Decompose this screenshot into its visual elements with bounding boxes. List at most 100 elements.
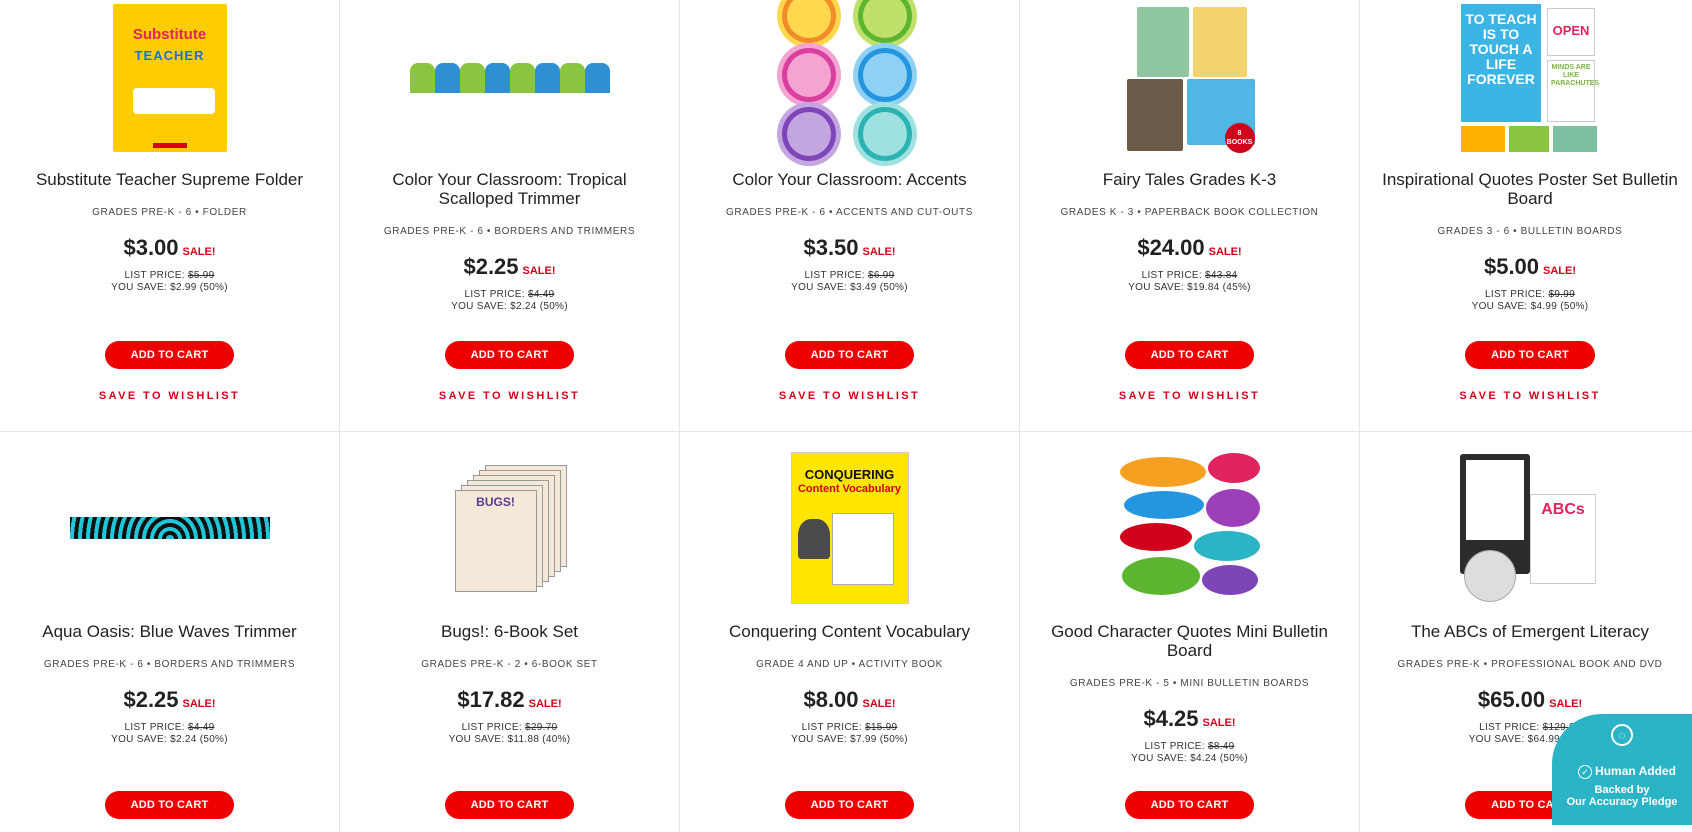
product-title[interactable]: Bugs!: 6-Book Set (362, 622, 657, 641)
list-price-label: LIST PRICE: (124, 722, 185, 733)
you-save-label: YOU SAVE: (111, 734, 167, 745)
product-image[interactable]: TO TEACH IS TO TOUCH A LIFE FOREVER MIND… (1360, 0, 1692, 155)
scalloped-trimmer (409, 62, 610, 93)
product-title[interactable]: Substitute Teacher Supreme Folder (22, 170, 317, 189)
product-meta: GRADE 4 AND UP • ACTIVITY BOOK (756, 659, 943, 670)
product-image[interactable]: Substitute TEACHER (0, 0, 339, 155)
books-badge: 8 BOOKS (1224, 122, 1255, 153)
accuracy-pledge-link[interactable]: Our Accuracy Pledge (1552, 796, 1692, 808)
cover-title: Substitute (132, 25, 207, 43)
list-price-label: LIST PRICE: (801, 722, 862, 733)
product-card: Color Your Classroom: Tropical Scalloped… (340, 0, 680, 432)
product-title[interactable]: Aqua Oasis: Blue Waves Trimmer (22, 622, 317, 641)
product-title[interactable]: Fairy Tales Grades K-3 (1042, 170, 1337, 189)
product-card: Aqua Oasis: Blue Waves Trimmer GRADES PR… (0, 432, 340, 832)
product-meta: GRADES PRE-K - 6 • BORDERS AND TRIMMERS (43, 659, 296, 670)
you-save-value: $3.49 (50%) (850, 282, 908, 293)
you-save-value: $19.84 (45%) (1187, 282, 1251, 293)
product-meta: GRADES PRE-K - 5 • MINI BULLETIN BOARDS (1069, 678, 1310, 689)
product-price: $4.25 (1143, 706, 1199, 731)
product-price: $8.00 (803, 687, 859, 712)
you-save-label: YOU SAVE: (1131, 753, 1187, 764)
sale-badge: SALE! (1549, 698, 1583, 710)
add-to-cart-button[interactable]: ADD TO CART (104, 341, 235, 369)
you-save-value: $4.99 (50%) (1530, 301, 1589, 312)
book-collection: 8 BOOKS (1125, 3, 1255, 153)
backed-by-label: Backed by (1594, 784, 1650, 796)
book-cover-title: BUGS! (454, 490, 537, 592)
sale-badge: SALE! (182, 698, 216, 710)
check-circle-icon: ✓ (1578, 764, 1593, 779)
product-image[interactable]: CONQUERING Content Vocabulary (680, 450, 1019, 605)
product-card: BUGS! Bugs!: 6-Book Set GRADES PRE-K - 2… (340, 432, 680, 832)
save-to-wishlist-link[interactable]: SAVE TO WISHLIST (340, 390, 679, 402)
you-save-value: $2.24 (50%) (510, 301, 568, 312)
sale-badge: SALE! (528, 698, 562, 710)
add-to-cart-button[interactable]: ADD TO CART (784, 341, 915, 369)
cover-subtitle: Content Vocabulary (797, 482, 902, 495)
book-cover-title: ABCs (1530, 493, 1596, 584)
product-price: $3.50 (803, 235, 859, 260)
product-price: $65.00 (1477, 687, 1546, 712)
sale-badge: SALE! (182, 246, 216, 258)
add-to-cart-button[interactable]: ADD TO CART (784, 791, 915, 819)
product-title[interactable]: Inspirational Quotes Poster Set Bulletin… (1382, 170, 1678, 208)
product-card: Color Your Classroom: Accents GRADES PRE… (680, 0, 1020, 432)
product-image[interactable]: ABCs (1360, 450, 1692, 605)
product-card: CONQUERING Content Vocabulary Conquering… (680, 432, 1020, 832)
sale-badge: SALE! (862, 698, 896, 710)
product-meta: GRADES PRE-K - 6 • BORDERS AND TRIMMERS (383, 226, 636, 237)
add-to-cart-button[interactable]: ADD TO CART (104, 791, 235, 819)
add-to-cart-button[interactable]: ADD TO CART (1465, 341, 1595, 369)
poster-set: TO TEACH IS TO TOUCH A LIFE FOREVER MIND… (1461, 3, 1599, 152)
sale-badge: SALE! (1208, 246, 1242, 258)
poster-main-text: TO TEACH IS TO TOUCH A LIFE FOREVER (1461, 3, 1541, 122)
accent-circles (776, 0, 923, 166)
product-image[interactable] (1020, 450, 1359, 605)
add-to-cart-button[interactable]: ADD TO CART (1124, 341, 1255, 369)
chat-bubble-icon[interactable]: ◌ (1611, 724, 1633, 746)
product-card: Substitute TEACHER Substitute Teacher Su… (0, 0, 340, 432)
product-image[interactable] (340, 0, 679, 155)
save-to-wishlist-link[interactable]: SAVE TO WISHLIST (0, 390, 339, 402)
cover-subtitle: TEACHER (134, 47, 205, 63)
product-price: $24.00 (1137, 235, 1205, 260)
product-card: 8 BOOKS Fairy Tales Grades K-3 GRADES K … (1020, 0, 1360, 432)
list-price: $5.99 (187, 270, 215, 281)
speech-bubbles (1119, 452, 1260, 603)
product-title[interactable]: Color Your Classroom: Accents (702, 170, 997, 189)
save-to-wishlist-link[interactable]: SAVE TO WISHLIST (1360, 390, 1692, 402)
list-price-label: LIST PRICE: (1479, 722, 1540, 733)
list-price-label: LIST PRICE: (461, 722, 522, 733)
list-price: $8.49 (1207, 741, 1235, 752)
add-to-cart-button[interactable]: ADD TO CART (444, 791, 575, 819)
add-to-cart-button[interactable]: ADD TO CART (1124, 791, 1255, 819)
product-image[interactable]: BUGS! (340, 450, 679, 605)
save-to-wishlist-link[interactable]: SAVE TO WISHLIST (1020, 390, 1359, 402)
product-title[interactable]: Conquering Content Vocabulary (702, 622, 997, 641)
human-added-label: Human Added (1595, 764, 1676, 778)
save-to-wishlist-link[interactable]: SAVE TO WISHLIST (680, 390, 1019, 402)
product-image[interactable] (680, 0, 1019, 166)
add-to-cart-button[interactable]: ADD TO CART (444, 341, 575, 369)
product-image[interactable]: 8 BOOKS (1020, 0, 1359, 155)
you-save-label: YOU SAVE: (1471, 301, 1528, 312)
list-price: $29.70 (525, 722, 558, 733)
product-card: TO TEACH IS TO TOUCH A LIFE FOREVER MIND… (1360, 0, 1692, 432)
list-price: $4.49 (527, 289, 555, 300)
product-card: Good Character Quotes Mini Bulletin Boar… (1020, 432, 1360, 832)
product-image[interactable] (0, 450, 339, 605)
product-price: $2.25 (463, 254, 519, 279)
you-save-value: $11.88 (40%) (507, 734, 571, 745)
product-title[interactable]: Good Character Quotes Mini Bulletin Boar… (1042, 622, 1337, 660)
accuracy-pledge-widget[interactable]: ◌ ✓ Human Added Backed by Our Accuracy Pl… (1552, 714, 1692, 825)
you-save-label: YOU SAVE: (451, 301, 507, 312)
sale-badge: SALE! (1202, 717, 1236, 729)
product-title[interactable]: Color Your Classroom: Tropical Scalloped… (362, 170, 657, 208)
you-save-label: YOU SAVE: (448, 734, 505, 745)
product-meta: GRADES K - 3 • PAPERBACK BOOK COLLECTION (1060, 207, 1319, 218)
list-price-label: LIST PRICE: (1485, 289, 1546, 300)
product-title[interactable]: The ABCs of Emergent Literacy (1382, 622, 1678, 641)
list-price-label: LIST PRICE: (464, 289, 525, 300)
sale-badge: SALE! (862, 246, 896, 258)
